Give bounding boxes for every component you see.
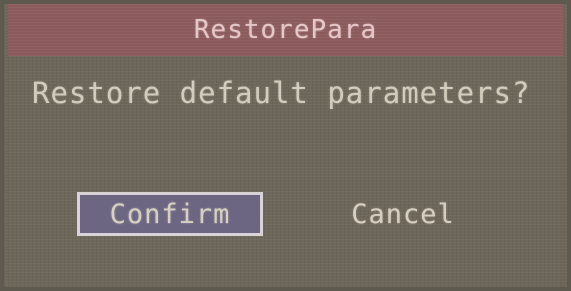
dialog-title-bar: RestorePara: [8, 4, 563, 56]
confirm-button-label: Confirm: [109, 198, 231, 230]
dialog-message: Restore default parameters?: [32, 76, 531, 110]
restore-para-dialog: RestorePara Restore default parameters? …: [0, 0, 571, 291]
confirm-button[interactable]: Confirm: [77, 192, 263, 236]
cancel-button-label: Cancel: [351, 198, 455, 230]
dialog-title: RestorePara: [193, 15, 378, 45]
cancel-button[interactable]: Cancel: [338, 192, 468, 236]
